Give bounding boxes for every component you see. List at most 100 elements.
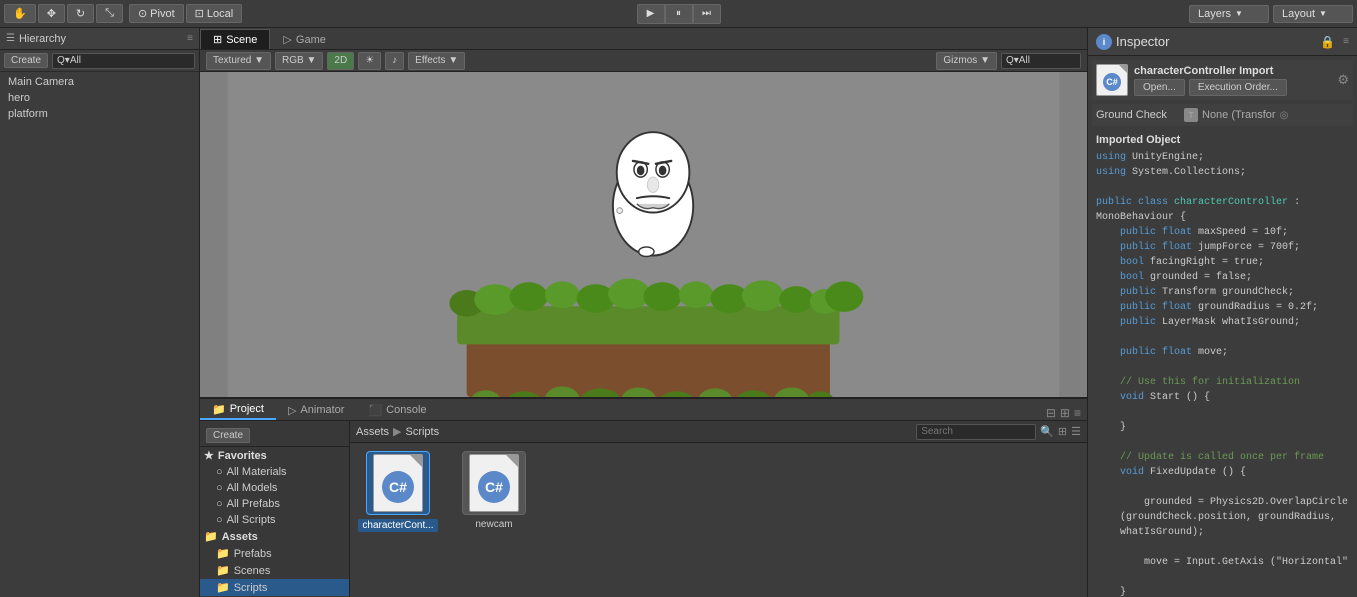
breadcrumb-sep: ▶	[393, 425, 401, 438]
shading-dropdown[interactable]: Textured ▼	[206, 52, 271, 70]
bottom-toolbar-right: ⊟ ⊞ ≡	[1046, 406, 1087, 420]
newcam-asset[interactable]: C# newcam	[454, 451, 534, 589]
star-icon: ★	[204, 449, 214, 462]
hierarchy-platform[interactable]: platform	[0, 106, 199, 122]
hierarchy-hero[interactable]: hero	[0, 90, 199, 106]
all-models-item[interactable]: ○ All Models	[200, 480, 349, 496]
project-tab[interactable]: 📁 Project	[200, 400, 276, 420]
all-prefabs-item[interactable]: ○ All Prefabs	[200, 496, 349, 512]
layout-dropdown[interactable]: Layout ▼	[1273, 5, 1353, 23]
project-tab-label: Project	[230, 403, 264, 415]
inspector-icon: i	[1096, 34, 1112, 50]
circle-icon2: ○	[216, 482, 223, 494]
pause-btn[interactable]: ⏸	[665, 4, 693, 24]
project-main: Assets ▶ Scripts 🔍 ⊞ ☰	[350, 421, 1087, 597]
code-block: using UnityEngine; using System.Collecti…	[1096, 150, 1349, 597]
animator-tab[interactable]: ▷ Animator	[276, 400, 357, 420]
hand-tool-btn[interactable]: ✋	[4, 4, 36, 23]
all-models-label: All Models	[227, 482, 278, 494]
hierarchy-header: ☰ Hierarchy ≡	[0, 28, 199, 50]
bottom-menu-icon[interactable]: ≡	[1074, 406, 1081, 420]
newcam-badge: C#	[478, 471, 510, 503]
newcam-icon: C#	[462, 451, 526, 515]
bottom-expand-icon[interactable]: ⊞	[1060, 406, 1070, 420]
project-sidebar-toolbar: Create	[200, 425, 349, 447]
local-label: Local	[207, 8, 233, 20]
game-tab[interactable]: ▷ Game	[270, 29, 338, 49]
inspector-menu-icon[interactable]: ≡	[1343, 36, 1349, 47]
search-icon[interactable]: 🔍	[1040, 425, 1054, 438]
scripts-label: Scripts	[234, 582, 268, 594]
inspector-header: i Inspector 🔒 ≡	[1088, 28, 1357, 56]
local-btn[interactable]: ⊡ Local	[186, 4, 243, 23]
gizmos-btn[interactable]: Gizmos ▼	[936, 52, 997, 70]
hierarchy-search[interactable]	[52, 53, 195, 69]
assets-folder[interactable]: 📁 Assets	[200, 528, 349, 545]
2d-btn[interactable]: 2D	[327, 52, 354, 70]
play-btn[interactable]: ▶	[637, 4, 665, 24]
cs-file-icon: C#	[373, 454, 423, 512]
gizmos-search[interactable]	[1001, 53, 1081, 69]
imported-title: Imported Object	[1096, 134, 1349, 146]
execution-order-btn[interactable]: Execution Order...	[1189, 79, 1287, 96]
gear-icon[interactable]: ⚙	[1337, 72, 1349, 88]
scene-tab-icon: ⊞	[213, 33, 222, 46]
pivot-label: Pivot	[150, 8, 174, 20]
hierarchy-icon: ☰	[6, 33, 15, 44]
step-btn[interactable]: ⏭	[693, 4, 721, 24]
audio-btn[interactable]: ♪	[385, 52, 404, 70]
insp-file-badge: C#	[1103, 73, 1121, 91]
scripts-folder[interactable]: 📁 Scripts	[200, 579, 349, 596]
all-materials-item[interactable]: ○ All Materials	[200, 464, 349, 480]
layout-arrow-icon: ▼	[1319, 9, 1327, 18]
console-tab[interactable]: ⬛ Console	[356, 400, 438, 420]
scene-view[interactable]	[200, 72, 1087, 397]
pivot-group: ⊙ Pivot ⊡ Local	[129, 4, 242, 23]
project-create-btn[interactable]: Create	[206, 428, 250, 443]
play-controls: ▶ ⏸ ⏭	[637, 4, 721, 24]
all-scripts-item[interactable]: ○ All Scripts	[200, 512, 349, 528]
scene-tab[interactable]: ⊞ Scene	[200, 29, 270, 49]
bottom-collapse-icon[interactable]: ⊟	[1046, 406, 1056, 420]
folder-icon: 📁	[204, 530, 218, 543]
filter-icon[interactable]: ⊞	[1058, 425, 1067, 438]
pivot-btn[interactable]: ⊙ Pivot	[129, 4, 184, 23]
hierarchy-menu-icon[interactable]: ≡	[187, 33, 193, 44]
scenes-folder[interactable]: 📁 Scenes	[200, 562, 349, 579]
all-scripts-label: All Scripts	[227, 514, 276, 526]
lighting-btn[interactable]: ☀	[358, 52, 381, 70]
ground-check-target-icon[interactable]: ◎	[1280, 110, 1289, 121]
layers-layout-group: Layers ▼ Layout ▼	[1189, 5, 1353, 23]
newcam-cs-icon: C#	[469, 454, 519, 512]
prefabs-folder[interactable]: 📁 Prefabs	[200, 545, 349, 562]
move-tool-btn[interactable]: ✥	[38, 4, 65, 23]
effects-btn[interactable]: Effects ▼	[408, 52, 465, 70]
hierarchy-main-camera[interactable]: Main Camera	[0, 74, 199, 90]
open-btn[interactable]: Open...	[1134, 79, 1185, 96]
breadcrumb-scripts[interactable]: Scripts	[405, 426, 439, 438]
breadcrumb-assets[interactable]: Assets	[356, 426, 389, 438]
assets-label: Assets	[222, 531, 258, 543]
project-search-input[interactable]	[916, 424, 1036, 440]
project-main-toolbar: Assets ▶ Scripts 🔍 ⊞ ☰	[350, 421, 1087, 443]
ground-check-val: None (Transfor	[1202, 109, 1276, 121]
pivot-icon: ⊙	[138, 7, 147, 20]
lock-icon[interactable]: 🔒	[1320, 35, 1335, 49]
favorites-section: ★ Favorites ○ All Materials ○ All Models	[200, 447, 349, 528]
hierarchy-create-btn[interactable]: Create	[4, 53, 48, 68]
shading-label: Textured	[213, 55, 251, 66]
favorites-folder[interactable]: ★ Favorites	[200, 447, 349, 464]
inspector-panel: i Inspector 🔒 ≡ C# characterController I…	[1087, 28, 1357, 597]
view-tabs: ⊞ Scene ▷ Game	[200, 28, 1087, 50]
rotate-tool-btn[interactable]: ↻	[67, 4, 94, 23]
character-controller-asset[interactable]: C# characterCont...	[358, 451, 438, 589]
scale-tool-btn[interactable]: ⤡	[96, 4, 123, 23]
color-space-dropdown[interactable]: RGB ▼	[275, 52, 323, 70]
hierarchy-toolbar: Create	[0, 50, 199, 72]
insp-btns: Open... Execution Order...	[1134, 79, 1331, 96]
grid-icon[interactable]: ☰	[1071, 425, 1081, 438]
layers-dropdown[interactable]: Layers ▼	[1189, 5, 1269, 23]
gizmos-group: Gizmos ▼	[936, 52, 1081, 70]
circle-icon: ○	[216, 466, 223, 478]
scene-tab-label: Scene	[226, 34, 257, 46]
